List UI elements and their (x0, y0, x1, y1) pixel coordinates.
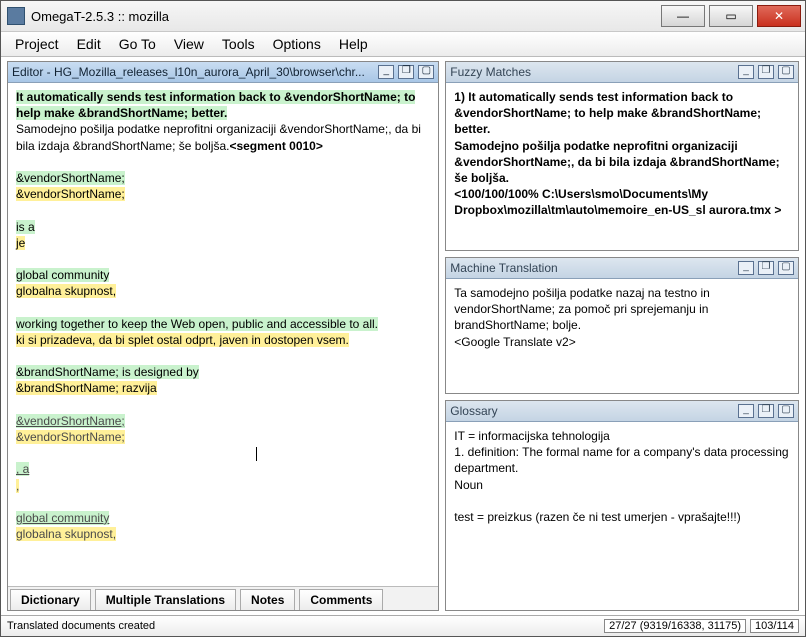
glossary-body[interactable]: IT = informacijska tehnologija 1. defini… (446, 422, 798, 610)
window-buttons: — ▭ ✕ (661, 5, 801, 27)
app-icon (7, 7, 25, 25)
glossary-pane-title: Glossary (450, 404, 497, 418)
menu-edit[interactable]: Edit (69, 34, 109, 54)
fuzzy-pane-header[interactable]: Fuzzy Matches _ ❐ ▢ (446, 62, 798, 83)
mt-maximize-icon[interactable]: ❐ (758, 261, 774, 275)
segment-target: globalna skupnost, (16, 527, 116, 541)
editor-maximize-icon[interactable]: ❐ (398, 65, 414, 79)
close-button[interactable]: ✕ (757, 5, 801, 27)
fuzzy-score: <100/100/100% C:\Users\smo\Documents\My … (454, 186, 790, 218)
fuzzy-maximize-icon[interactable]: ❐ (758, 65, 774, 79)
tab-notes[interactable]: Notes (240, 589, 295, 610)
workarea: Editor - HG_Mozilla_releases_l10n_aurora… (1, 57, 805, 615)
editor-pane-header[interactable]: Editor - HG_Mozilla_releases_l10n_aurora… (8, 62, 438, 83)
segment-target-text: Samodejno pošilja podatke neprofitni org… (16, 122, 421, 152)
segment-source: , a (16, 462, 29, 476)
segment-target: &brandShortName; razvija (16, 381, 157, 395)
fuzzy-body[interactable]: 1) It automatically sends test informati… (446, 83, 798, 250)
mt-pane-header[interactable]: Machine Translation _ ❐ ▢ (446, 258, 798, 279)
segment-target: &vendorShortName; (16, 430, 125, 444)
segment-source: It automatically sends test information … (16, 90, 415, 120)
segment-source: &vendorShortName; (16, 171, 125, 185)
glossary-entry: IT = informacijska tehnologija (454, 428, 790, 444)
tab-multiple-translations[interactable]: Multiple Translations (95, 589, 236, 610)
minimize-button[interactable]: — (661, 5, 705, 27)
menu-help[interactable]: Help (331, 34, 376, 54)
fuzzy-dock-icon[interactable]: ▢ (778, 65, 794, 79)
mt-pane-title: Machine Translation (450, 261, 557, 275)
segment-target: , (16, 479, 19, 493)
statusbar: Translated documents created 27/27 (9319… (1, 615, 805, 636)
segment-target: je (16, 236, 25, 250)
glossary-entry: test = preizkus (razen če ni test umerje… (454, 509, 790, 525)
fuzzy-target: Samodejno pošilja podatke neprofitni org… (454, 138, 790, 187)
fuzzy-minimize-icon[interactable]: _ (738, 65, 754, 79)
segment-target: globalna skupnost, (16, 284, 116, 298)
segment-marker: <segment 0010> (229, 139, 322, 153)
mt-body[interactable]: Ta samodejno pošilja podatke nazaj na te… (446, 279, 798, 393)
glossary-maximize-icon[interactable]: ❐ (758, 404, 774, 418)
editor-dock-icon[interactable]: ▢ (418, 65, 434, 79)
glossary-definition: 1. definition: The formal name for a com… (454, 444, 790, 476)
segment-source: working together to keep the Web open, p… (16, 317, 378, 331)
menu-goto[interactable]: Go To (111, 34, 164, 54)
menu-tools[interactable]: Tools (214, 34, 263, 54)
status-right: 103/114 (750, 619, 799, 633)
mt-text: Ta samodejno pošilja podatke nazaj na te… (454, 285, 790, 334)
menu-options[interactable]: Options (265, 34, 329, 54)
fuzzy-pane-title: Fuzzy Matches (450, 65, 531, 79)
tab-comments[interactable]: Comments (299, 589, 383, 610)
fuzzy-source: 1) It automatically sends test informati… (454, 89, 790, 138)
tab-dictionary[interactable]: Dictionary (10, 589, 91, 610)
editor-body[interactable]: It automatically sends test information … (8, 83, 438, 586)
glossary-pane-header[interactable]: Glossary _ ❐ ▢ (446, 401, 798, 422)
menu-view[interactable]: View (166, 34, 212, 54)
status-message: Translated documents created (7, 620, 155, 632)
segment-source: is a (16, 220, 35, 234)
menu-project[interactable]: Project (7, 34, 67, 54)
mt-minimize-icon[interactable]: _ (738, 261, 754, 275)
glossary-minimize-icon[interactable]: _ (738, 404, 754, 418)
bottom-tabs: Dictionary Multiple Translations Notes C… (8, 586, 438, 610)
menubar: Project Edit Go To View Tools Options He… (1, 32, 805, 57)
segment-target: &vendorShortName; (16, 187, 125, 201)
editor-pane-title: Editor - HG_Mozilla_releases_l10n_aurora… (12, 65, 365, 79)
maximize-button[interactable]: ▭ (709, 5, 753, 27)
glossary-dock-icon[interactable]: ▢ (778, 404, 794, 418)
window-title: OmegaT-2.5.3 :: mozilla (31, 9, 169, 24)
mt-engine: <Google Translate v2> (454, 334, 790, 350)
glossary-pos: Noun (454, 477, 790, 493)
segment-source: &vendorShortName; (16, 414, 125, 428)
segment-source: &brandShortName; is designed by (16, 365, 199, 379)
status-counts: 27/27 (9319/16338, 31175) (604, 619, 746, 633)
titlebar: OmegaT-2.5.3 :: mozilla — ▭ ✕ (1, 1, 805, 32)
segment-source: global community (16, 511, 109, 525)
segment-source: global community (16, 268, 109, 282)
text-cursor (256, 447, 257, 461)
editor-minimize-icon[interactable]: _ (378, 65, 394, 79)
segment-target: ki si prizadeva, da bi splet ostal odprt… (16, 333, 349, 347)
mt-dock-icon[interactable]: ▢ (778, 261, 794, 275)
